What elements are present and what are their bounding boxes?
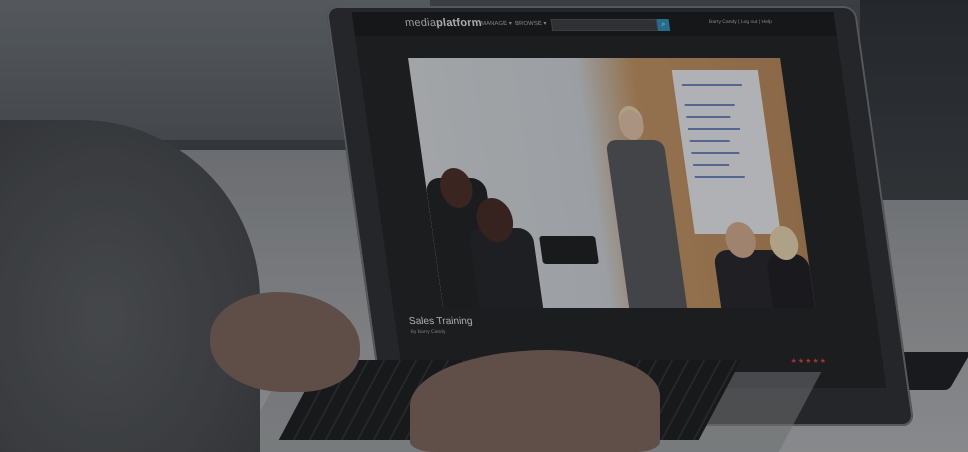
user-menu: Barry Candy | Log out | Help	[708, 19, 773, 25]
attendee-left-2	[467, 228, 544, 308]
app-logo[interactable]: mediaplatform	[404, 17, 482, 29]
nav-manage[interactable]: MANAGE ▾	[481, 20, 513, 27]
flipchart	[671, 70, 781, 234]
search-icon[interactable]: ⌕	[656, 19, 671, 31]
user-name[interactable]: Barry Candy	[709, 19, 738, 25]
laptop-screen: mediaplatform MANAGE ▾ BROWSE ▾ ⌕ Barry …	[351, 12, 887, 388]
nav-browse[interactable]: BROWSE ▾	[515, 20, 547, 27]
help-link[interactable]: Help	[761, 19, 772, 25]
video-title[interactable]: Sales Training	[408, 316, 473, 327]
attendee-right-2	[765, 254, 816, 308]
rating-stars[interactable]: ★★★★★	[790, 357, 827, 365]
app-header: mediaplatform MANAGE ▾ BROWSE ▾ ⌕ Barry …	[351, 12, 837, 36]
video-player[interactable]	[408, 58, 816, 308]
logout-link[interactable]: Log out	[740, 19, 758, 25]
presenter-figure	[595, 110, 693, 308]
search-input[interactable]	[550, 19, 659, 31]
video-byline: By Barry Candy	[410, 329, 446, 335]
projector	[539, 236, 599, 264]
photo-scene: mediaplatform MANAGE ▾ BROWSE ▾ ⌕ Barry …	[0, 0, 968, 452]
video-info: Sales Training By Barry Candy	[408, 316, 474, 335]
